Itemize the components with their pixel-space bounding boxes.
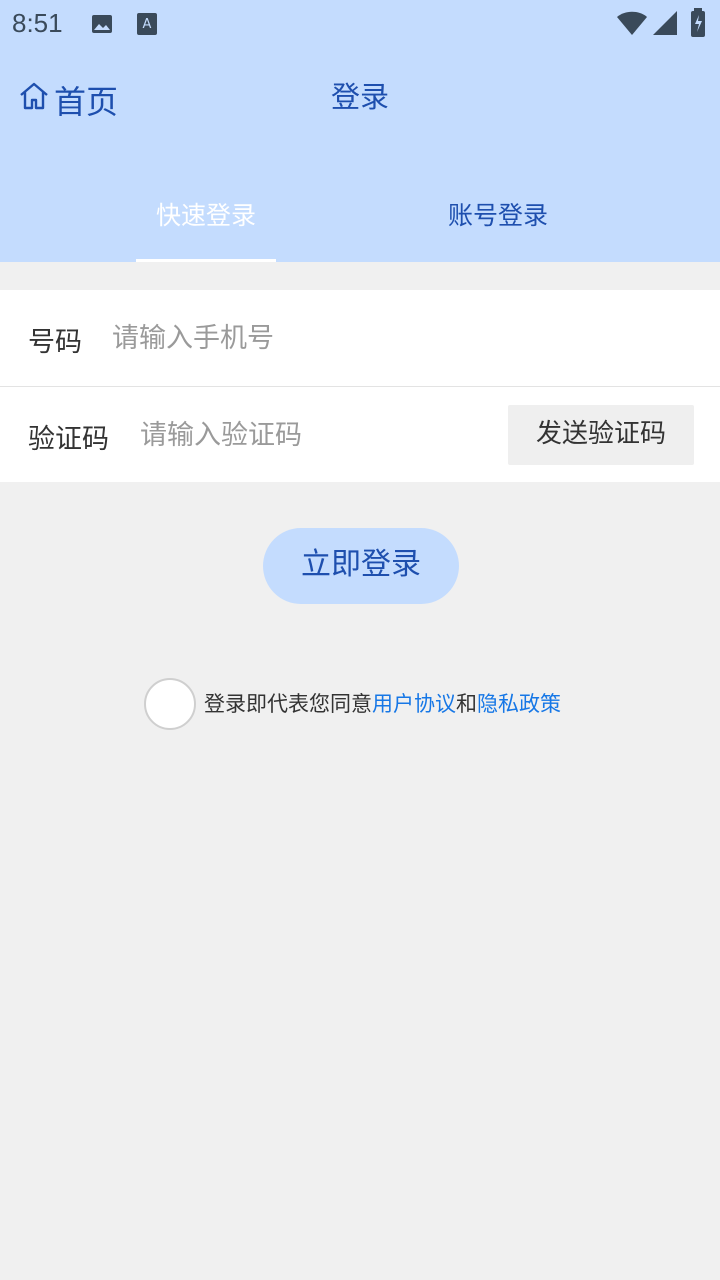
svg-text:A: A — [143, 17, 152, 32]
login-form: 号码 验证码 发送验证码 — [0, 290, 720, 482]
status-bar: 8:51 A — [0, 0, 720, 48]
active-tab-indicator — [136, 259, 276, 262]
agreement-conjunction: 和 — [456, 692, 477, 716]
phone-input[interactable] — [112, 312, 672, 364]
tab-account-login[interactable]: 账号登录 — [428, 196, 568, 262]
user-agreement-link[interactable]: 用户协议 — [372, 692, 456, 716]
code-row: 验证码 发送验证码 — [0, 387, 720, 483]
code-input[interactable] — [140, 409, 490, 461]
image-icon — [90, 12, 114, 40]
wifi-icon — [616, 10, 648, 40]
agreement-checkbox[interactable] — [144, 678, 196, 730]
page-title: 登录 — [330, 80, 389, 114]
code-label: 验证码 — [28, 424, 109, 455]
agreement-text: 登录即代表您同意用户协议和隐私政策 — [204, 688, 561, 718]
tab-quick-login[interactable]: 快速登录 — [136, 196, 276, 262]
battery-icon — [690, 8, 706, 42]
status-time: 8:51 — [12, 8, 63, 38]
phone-row: 号码 — [0, 290, 720, 387]
signal-icon — [652, 10, 678, 40]
font-icon: A — [136, 12, 158, 40]
agreement-prefix: 登录即代表您同意 — [204, 692, 372, 716]
header: 8:51 A 首页 登录 快速登录 账号登录 — [0, 0, 720, 262]
send-code-button[interactable]: 发送验证码 — [508, 405, 694, 465]
phone-label: 号码 — [28, 327, 82, 358]
privacy-policy-link[interactable]: 隐私政策 — [477, 692, 561, 716]
login-button[interactable]: 立即登录 — [263, 528, 459, 604]
